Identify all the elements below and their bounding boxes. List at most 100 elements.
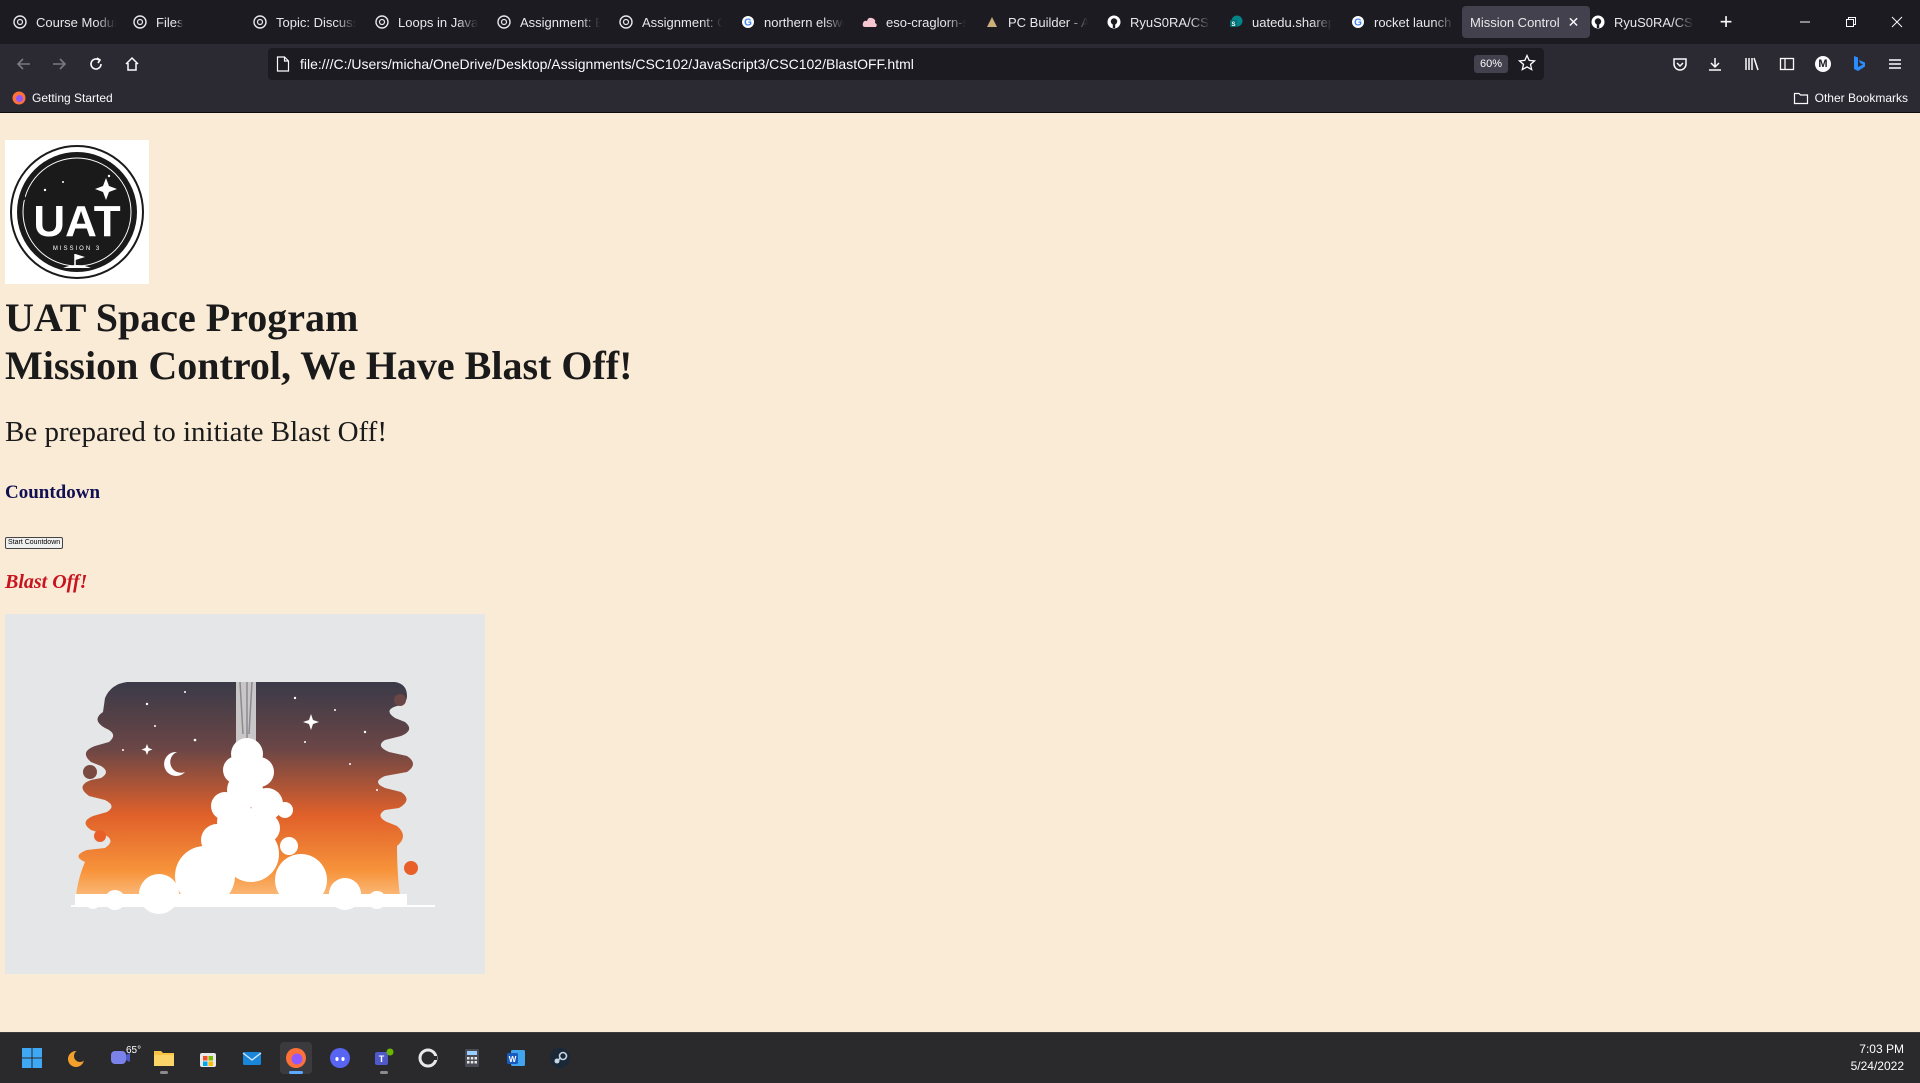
bookmark-getting-started[interactable]: Getting Started (12, 84, 113, 112)
tab-label: Course Modul (36, 14, 116, 30)
tab-mission-control[interactable]: Mission Control ✕ (1462, 6, 1590, 38)
pocket-button[interactable] (1666, 50, 1694, 78)
forward-button[interactable] (45, 50, 73, 78)
calculator-icon (465, 1049, 479, 1067)
file-explorer-button[interactable] (148, 1042, 180, 1074)
tab-label: Assignment: El (520, 14, 600, 30)
sidebar-icon (1779, 57, 1795, 71)
taskbar: 65° T W 7:03 PM 5/24/2022 (0, 1032, 1920, 1083)
svg-text:G: G (744, 18, 752, 29)
sidebar-button[interactable] (1773, 50, 1801, 78)
library-button[interactable] (1738, 50, 1766, 78)
calculator-button[interactable] (456, 1042, 488, 1074)
cortana-button[interactable] (412, 1042, 444, 1074)
menu-button[interactable] (1881, 50, 1909, 78)
github-icon (1106, 14, 1122, 30)
tab-label: Mission Control (1470, 14, 1560, 30)
tab-label: uatedu.sharep (1252, 14, 1332, 30)
home-button[interactable] (118, 50, 146, 78)
other-bookmarks-folder[interactable]: Other Bookmarks (1793, 84, 1908, 112)
tab-bar: Course Modul Files Topic: Discussi Loops… (0, 0, 1920, 44)
tab-northern-elsweyr[interactable]: G northern elswe (740, 6, 844, 38)
store-button[interactable] (192, 1042, 224, 1074)
windows-start-button[interactable] (16, 1042, 48, 1074)
discord-button[interactable] (324, 1042, 356, 1074)
back-button[interactable] (10, 50, 38, 78)
logo-text: UAT (33, 197, 120, 246)
folder-icon (1793, 92, 1808, 105)
bookmark-star-icon[interactable] (1518, 54, 1536, 72)
teams-chat-button[interactable] (104, 1042, 136, 1074)
zoom-level-button[interactable]: 60% (1474, 55, 1509, 73)
pc-builder-icon (984, 14, 1000, 30)
page-subtitle: Be prepared to initiate Blast Off! (5, 416, 387, 448)
restore-button[interactable] (1828, 0, 1874, 44)
tab-files[interactable]: Files (132, 6, 222, 38)
cortana-icon (418, 1048, 438, 1068)
close-icon (1891, 16, 1903, 28)
url-text[interactable]: file:///C:/Users/micha/OneDrive/Desktop/… (300, 48, 914, 80)
minimize-icon (1800, 21, 1810, 23)
steam-icon (550, 1048, 570, 1068)
google-icon: G (740, 14, 756, 30)
tab-github-2[interactable]: RyuS0RA/CSC1 (1590, 6, 1694, 38)
page-title: UAT Space Program Mission Control, We Ha… (5, 294, 632, 390)
tab-topic-discussion[interactable]: Topic: Discussi (252, 6, 356, 38)
system-clock[interactable]: 7:03 PM 5/24/2022 (1851, 1041, 1904, 1075)
new-tab-button[interactable]: + (1712, 8, 1740, 36)
tab-label: northern elswe (764, 14, 844, 30)
downloads-button[interactable] (1701, 50, 1729, 78)
tab-github-1[interactable]: RyuS0RA/CSC1 (1106, 6, 1210, 38)
tab-label: RyuS0RA/CSC1 (1130, 14, 1210, 30)
bing-extension-button[interactable] (1845, 50, 1873, 78)
tab-pc-builder[interactable]: PC Builder - AI (984, 6, 1088, 38)
globe-icon (132, 14, 148, 30)
uat-mission-logo: UAT MISSION 3 (5, 140, 149, 284)
close-window-button[interactable] (1874, 0, 1920, 44)
title-line-1: UAT Space Program (5, 295, 359, 340)
file-explorer-icon (154, 1051, 174, 1066)
minimize-button[interactable] (1782, 0, 1828, 44)
weather-widget[interactable]: 65° (60, 1042, 141, 1074)
countdown-heading: Countdown (5, 482, 101, 503)
account-button[interactable]: M (1809, 50, 1837, 78)
page-content: UAT MISSION 3 UAT Space Program Mission … (0, 113, 1920, 1032)
tab-label: Files (156, 14, 184, 30)
tab-course-modules[interactable]: Course Modul (12, 6, 118, 38)
logo-subtext: MISSION 3 (53, 246, 101, 252)
mail-icon (242, 1052, 262, 1065)
arrow-left-icon (16, 58, 30, 70)
clock-time: 7:03 PM (1859, 1042, 1904, 1056)
start-countdown-button[interactable]: Start Countdown (5, 537, 64, 549)
tab-assignment-1[interactable]: Assignment: El (496, 6, 600, 38)
running-indicator (160, 1071, 168, 1074)
globe-icon (252, 14, 268, 30)
word-button[interactable]: W (500, 1042, 532, 1074)
address-bar[interactable]: file:///C:/Users/micha/OneDrive/Desktop/… (268, 48, 1544, 80)
close-tab-icon[interactable]: ✕ (1568, 14, 1580, 31)
google-icon: G (1350, 14, 1366, 30)
tab-label: Topic: Discussi (276, 14, 356, 30)
account-initial: M (1818, 58, 1828, 70)
firefox-taskbar-button[interactable] (280, 1042, 312, 1074)
globe-icon (374, 14, 390, 30)
steam-button[interactable] (544, 1042, 576, 1074)
weather-icon (68, 1050, 86, 1067)
tab-loops-in-javascript[interactable]: Loops in JavaS (374, 6, 478, 38)
reload-button[interactable] (82, 50, 110, 78)
hamburger-menu-icon (1889, 59, 1901, 69)
teams-button[interactable]: T (368, 1042, 400, 1074)
library-icon (1745, 57, 1759, 71)
tab-assignment-2[interactable]: Assignment: C (618, 6, 722, 38)
pocket-icon (1673, 58, 1687, 71)
store-icon (200, 1053, 216, 1067)
svg-text:T: T (379, 1054, 385, 1064)
tab-sharepoint[interactable]: S uatedu.sharep (1228, 6, 1332, 38)
svg-text:W: W (509, 1055, 517, 1064)
tab-rocket-launch[interactable]: G rocket launch c (1350, 6, 1454, 38)
word-icon: W (507, 1050, 525, 1066)
globe-icon (618, 14, 634, 30)
tab-eso-craglorn[interactable]: eso-craglorn-sl (862, 6, 966, 38)
svg-text:G: G (1354, 18, 1362, 29)
mail-button[interactable] (236, 1042, 268, 1074)
